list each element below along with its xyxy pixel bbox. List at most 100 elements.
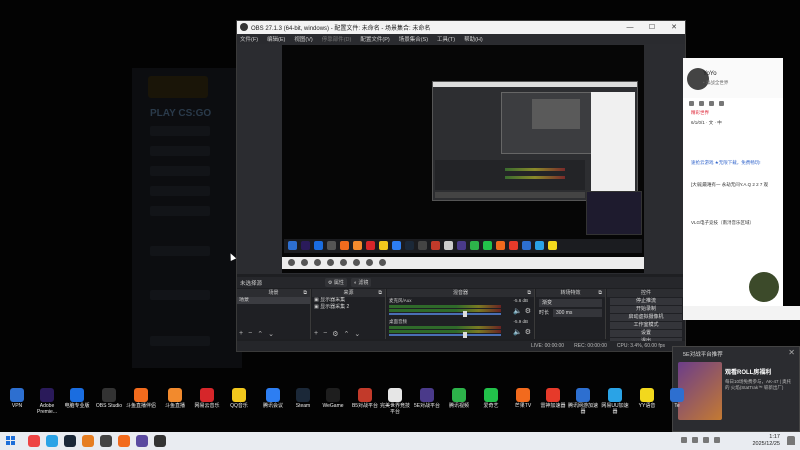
more-icon[interactable] [719,100,724,106]
notification-icon[interactable] [787,436,795,445]
menu-docks[interactable]: 停靠部件(D) [322,35,352,43]
close-button[interactable]: ✕ [663,21,685,34]
add-source-icon[interactable]: + [314,330,318,338]
dock-menu-icon[interactable]: ⧉ [303,289,307,297]
obs-preview-area[interactable] [237,44,685,274]
start-button[interactable] [6,436,16,446]
taskbar-app-icon[interactable] [82,435,94,447]
remove-scene-icon[interactable]: − [248,330,252,338]
menu-file[interactable]: 文件(F) [240,35,258,43]
stop-streaming-button[interactable]: 停止推流 [610,298,682,305]
taskbar-clock[interactable]: 1:17 2025/12/25 [752,434,780,448]
speaker-icon[interactable]: 🔈 [513,307,522,315]
desktop-shortcut[interactable]: 芒果TV [508,386,538,409]
menu-help[interactable]: 帮助(H) [464,35,483,43]
taskbar-app-icon[interactable] [64,435,76,447]
source-settings-icon[interactable]: ⚙ [332,330,338,338]
taskbar-app-icon[interactable] [136,435,148,447]
chat-message: 6/1/0/1 · 文 · 中 [691,120,722,125]
no-source-label: 未选择源 [240,281,263,287]
dock-menu-icon[interactable]: ⧉ [378,289,382,297]
studio-mode-button[interactable]: 工作室模式 [610,322,682,329]
source-item[interactable]: ▣ 显示器采集 2 [312,304,385,311]
maximize-button[interactable]: ☐ [641,21,663,34]
desktop-shortcut[interactable]: QQ音乐 [224,386,254,409]
desktop-shortcut[interactable]: 腾讯网游加速器 [568,386,598,415]
menu-edit[interactable]: 编辑(E) [267,35,285,43]
gift-icon[interactable] [709,100,714,106]
virtual-camera-button[interactable]: 启动虚拟摄像机 [610,314,682,321]
chat-input-tools [683,306,800,320]
live-timer: LIVE: 00:00:00 [531,343,565,349]
taskbar-app-icon[interactable] [28,435,40,447]
desktop-shortcut[interactable]: 斗鱼直播 [160,386,190,409]
desktop-shortcut[interactable]: 网易UU加速器 [600,386,630,415]
gear-icon[interactable]: ⚙ [525,307,531,315]
app-icon [296,388,310,402]
desktop-shortcut[interactable]: 腾讯视频 [444,386,474,409]
ime-icon[interactable] [714,437,720,443]
volume-meter [389,330,501,333]
desktop-shortcut[interactable]: 腾讯会议 [258,386,288,409]
app-icon [10,388,24,402]
desktop-shortcut[interactable]: 网易云音乐 [192,386,222,409]
dock-menu-icon[interactable]: ⧉ [527,289,531,297]
chat-message[interactable]: 速抢云游戏 ★无限下载，免费畅玩! [683,158,783,168]
filters-button[interactable]: ◐ 滤镜 [351,278,372,287]
move-up-icon[interactable]: ⌃ [343,330,349,338]
menu-view[interactable]: 视图(V) [294,35,312,43]
transition-select[interactable]: 渐变 [539,299,602,307]
desktop-shortcut[interactable]: 5E对战平台 [412,386,442,409]
source-item[interactable]: ▣ 显示器采集 [312,297,385,304]
emoji-icon[interactable] [689,100,694,106]
desktop-shortcut[interactable]: OBS Studio [94,386,124,409]
network-icon[interactable] [692,437,698,443]
obs-window[interactable]: OBS 27.1.3 (64-bit, windows) - 配置文件: 未命名… [236,20,686,352]
desktop-shortcut[interactable]: Adobe Premie... [32,386,62,415]
obs-titlebar[interactable]: OBS 27.1.3 (64-bit, windows) - 配置文件: 未命名… [237,21,685,34]
desktop-shortcut[interactable]: 电脑专业版 [62,386,92,409]
image-icon[interactable] [699,100,704,106]
taskbar-app-icon[interactable] [154,435,166,447]
dock-menu-icon[interactable]: ⧉ [598,289,602,297]
scene-item[interactable]: 场景 [237,297,310,304]
move-down-icon[interactable]: ⌄ [354,330,360,338]
taskbar-app-icon[interactable] [46,435,58,447]
desktop-shortcut[interactable]: 爱奇艺 [476,386,506,409]
desktop-shortcut[interactable]: 完美世界竞技平台 [380,386,410,415]
desktop-shortcut[interactable]: YY语音 [632,386,662,409]
minimize-button[interactable]: — [619,21,641,34]
remove-source-icon[interactable]: − [323,330,327,338]
gear-icon[interactable]: ⚙ [525,328,531,336]
desktop-shortcut[interactable]: B5对战平台 [350,386,380,409]
desktop-shortcut[interactable]: WeGame [318,386,348,409]
move-down-icon[interactable]: ⌄ [268,330,274,338]
speaker-icon[interactable]: 🔈 [513,328,522,336]
volume-slider[interactable] [389,311,501,317]
desktop-shortcut[interactable]: Steam [288,386,318,409]
desktop-shortcut[interactable]: 雷神加速器 [538,386,568,409]
settings-button[interactable]: 设置 [610,330,682,337]
menu-scene-collection[interactable]: 场景集合(S) [399,35,428,43]
preview-canvas[interactable] [282,45,644,273]
desktop-shortcut[interactable]: Te [662,386,692,409]
duration-input[interactable]: 300 ms [553,309,602,317]
properties-button[interactable]: ⚙ 属性 [325,278,347,287]
chat-window[interactable]: YoYo • 毒战全世界 精彩世界 6/1/0/1 · 文 · 中 速抢云游戏 … [683,58,800,320]
chevron-up-icon[interactable] [681,437,687,443]
volume-slider[interactable] [389,332,501,338]
taskbar-app-icon[interactable] [118,435,130,447]
close-icon[interactable]: ✕ [788,348,795,357]
avatar[interactable] [749,272,779,302]
add-scene-icon[interactable]: + [239,330,243,338]
volume-meter [389,326,501,329]
move-up-icon[interactable]: ⌃ [257,330,263,338]
app-icon [168,388,182,402]
menu-tools[interactable]: 工具(T) [437,35,455,43]
menu-profile[interactable]: 配置文件(P) [360,35,389,43]
taskbar-app-icon[interactable] [100,435,112,447]
volume-icon[interactable] [703,437,709,443]
start-recording-button[interactable]: 开始录制 [610,306,682,313]
desktop-shortcut[interactable]: 斗鱼直播伴侣 [126,386,156,409]
desktop-shortcut[interactable]: VPN [2,386,32,409]
